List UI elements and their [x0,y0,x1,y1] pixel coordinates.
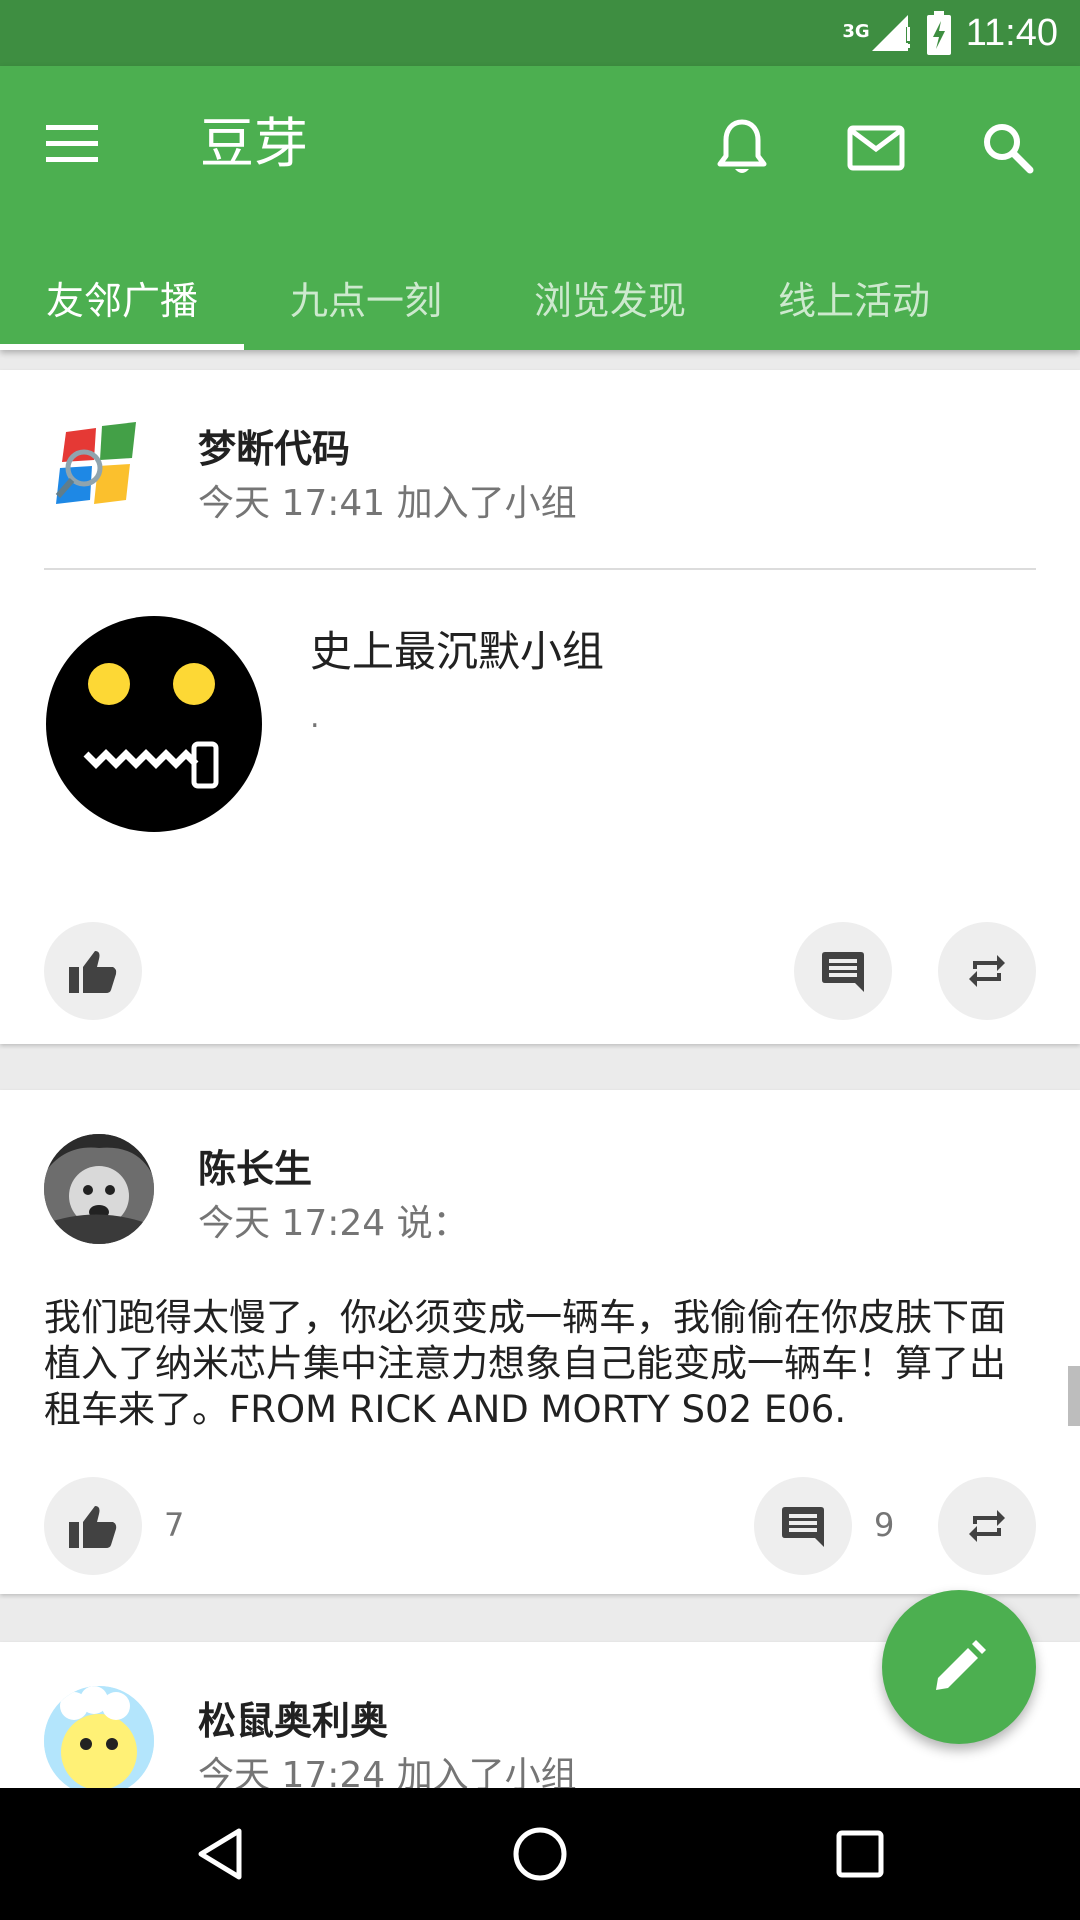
recents-square-icon [836,1830,884,1878]
thumb-up-icon [69,1506,117,1548]
tab-label: 九点一刻 [289,278,442,323]
tab-friends-broadcast[interactable]: 友邻广播 [0,244,244,350]
feed-card: 陈长生 今天 17:24 说： 我们跑得太慢了，你必须变成一辆车，我偷偷在你皮肤… [0,1090,1080,1594]
like-button[interactable] [44,922,142,1020]
tab-nine-fifteen[interactable]: 九点一刻 [244,244,488,350]
search-button[interactable] [972,112,1044,184]
status-bar: 3G 11:40 [0,0,1080,66]
clock: 11:40 [965,11,1058,54]
mail-icon [847,125,905,171]
comment-icon [782,1507,824,1547]
scrollbar-thumb[interactable] [1068,1366,1080,1426]
cartoon-avatar-image [44,1686,154,1788]
group-description: . [310,700,320,735]
post-meta: 今天 17:24 说： [198,1203,469,1244]
user-name[interactable]: 松鼠奥利奥 [198,1690,388,1745]
repost-button[interactable] [938,922,1036,1020]
search-icon [984,124,1034,174]
pencil-icon [936,1640,986,1690]
menu-button[interactable] [40,112,104,176]
post-meta: 今天 17:24 加入了小组 [198,1755,577,1788]
windows-logo-avatar [44,414,154,524]
repost-button[interactable] [938,1477,1036,1575]
notifications-button[interactable] [706,112,778,184]
home-button[interactable] [480,1812,600,1896]
avatar[interactable] [44,1134,154,1244]
post-text[interactable]: 我们跑得太慢了，你必须变成一辆车，我偷偷在你皮肤下面植入了纳米芯片集中注意力想象… [44,1295,1036,1433]
tab-label: 浏览发现 [533,278,686,323]
signal-icon [871,15,911,51]
feed-card: 梦断代码 今天 17:41 加入了小组 史上最沉默小组 . [0,370,1080,1044]
app-bar: 豆芽 友邻广播 九点一刻 浏览发现 线上活动 [0,66,1080,350]
avatar[interactable] [44,414,154,524]
group-name[interactable]: 史上最沉默小组 [310,618,604,679]
status-icons: 3G 11:40 [842,0,1058,66]
tab-online-events[interactable]: 线上活动 [732,244,976,350]
user-avatar-image [44,1134,154,1244]
compose-fab[interactable] [882,1590,1036,1744]
comment-count: 9 [874,1506,895,1544]
tab-bar: 友邻广播 九点一刻 浏览发现 线上活动 [0,244,1080,350]
back-triangle-icon [198,1828,242,1880]
repeat-icon [969,1510,1005,1542]
menu-icon [46,125,98,162]
zipper-mouth-face-icon [46,616,262,832]
avatar[interactable] [44,1686,154,1788]
comment-icon [822,952,864,992]
post-meta: 今天 17:41 加入了小组 [198,483,577,524]
app-title: 豆芽 [200,112,308,175]
battery-icon [926,11,951,55]
repeat-icon [969,955,1005,987]
system-nav-bar [0,1788,1080,1920]
comment-button[interactable] [794,922,892,1020]
divider [44,568,1036,570]
recents-button[interactable] [800,1812,920,1896]
network-icon: 3G [842,13,911,53]
like-count: 7 [164,1506,185,1544]
tab-label: 友邻广播 [45,278,198,323]
tab-label: 线上活动 [777,278,930,323]
like-button[interactable] [44,1477,142,1575]
back-button[interactable] [160,1812,280,1896]
home-circle-icon [513,1827,567,1881]
bell-icon [717,119,767,173]
user-name[interactable]: 陈长生 [198,1138,312,1193]
tab-indicator [0,344,244,350]
comment-button[interactable] [754,1477,852,1575]
network-label: 3G [842,21,870,42]
thumb-up-icon [69,951,117,993]
user-name[interactable]: 梦断代码 [198,418,350,473]
tab-browse-discover[interactable]: 浏览发现 [488,244,732,350]
messages-button[interactable] [840,112,912,184]
group-cover[interactable] [44,614,264,834]
